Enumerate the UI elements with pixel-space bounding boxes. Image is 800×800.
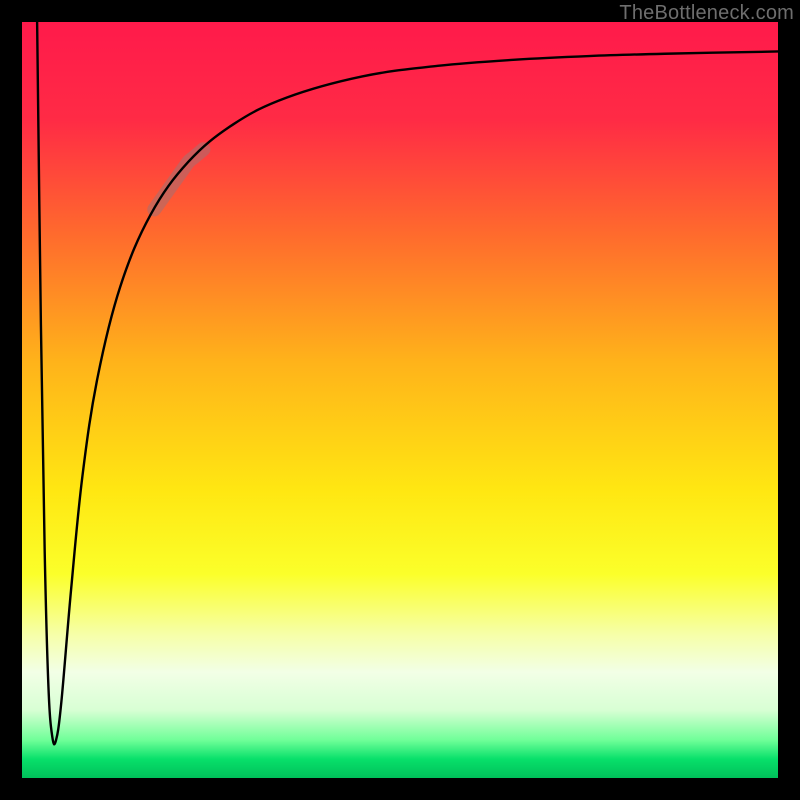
chart-svg [22, 22, 778, 778]
chart-frame: TheBottleneck.com [0, 0, 800, 800]
plot-area [22, 22, 778, 778]
watermark-label: TheBottleneck.com [619, 2, 794, 25]
gradient-background [22, 22, 778, 778]
